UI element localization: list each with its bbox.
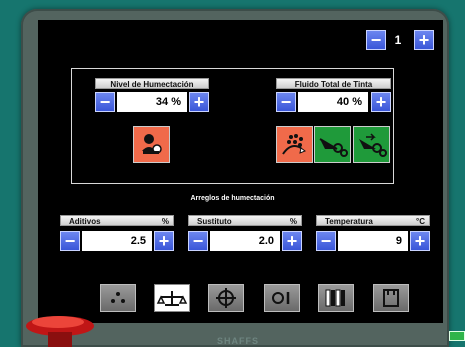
temperature-value[interactable]: 9 <box>338 231 408 251</box>
temperature-unit: °C <box>416 217 425 226</box>
temperature-minus-button[interactable]: − <box>316 231 336 251</box>
toolbar-balance-button[interactable] <box>154 284 190 312</box>
balance-scale-icon <box>156 291 188 306</box>
dots-icon <box>111 292 125 303</box>
additives-minus-button[interactable]: − <box>60 231 80 251</box>
toolbar-circle-bar-button[interactable] <box>264 284 300 312</box>
substitute-unit: % <box>289 217 297 226</box>
additives-label: Aditivos % <box>60 215 174 226</box>
substitute-label: Sustituto % <box>188 215 302 226</box>
person-droplet-icon <box>142 134 162 154</box>
substitute-plus-button[interactable]: + <box>282 231 302 251</box>
additives-plus-button[interactable]: + <box>154 231 174 251</box>
ink-fluid-plus-button[interactable]: + <box>371 92 391 112</box>
humidity-minus-button[interactable]: − <box>95 92 115 112</box>
toolbar-tray-button[interactable] <box>373 284 409 312</box>
humidity-label: Nivel de Humectación <box>95 78 209 89</box>
side-indicator-tab[interactable] <box>449 331 465 341</box>
emergency-stop-button[interactable] <box>22 308 98 347</box>
roller-reverse-button[interactable] <box>353 126 390 163</box>
dampening-settings-title: Arreglos de humectación <box>190 195 275 202</box>
humidity-value[interactable]: 34 % <box>117 92 187 112</box>
temperature-plus-button[interactable]: + <box>410 231 430 251</box>
circle-bar-icon <box>272 292 290 304</box>
spray-droplets-icon <box>282 134 307 155</box>
additives-label-text: Aditivos <box>69 217 101 226</box>
dampening-mode-button[interactable] <box>133 126 170 163</box>
temperature-label: Temperatura °C <box>316 215 430 226</box>
additives-value[interactable]: 2.5 <box>82 231 152 251</box>
page-number: 1 <box>394 33 402 47</box>
roller-reverse-icon <box>359 133 387 157</box>
ink-fluid-minus-button[interactable]: − <box>276 92 296 112</box>
substitute-value[interactable]: 2.0 <box>210 231 280 251</box>
page-next-button[interactable]: + <box>414 30 434 50</box>
humidity-plus-button[interactable]: + <box>189 92 209 112</box>
substitute-minus-button[interactable]: − <box>188 231 208 251</box>
rollers-icon <box>325 289 345 307</box>
substitute-label-text: Sustituto <box>197 217 232 226</box>
roller-forward-icon <box>319 138 348 157</box>
ink-fluid-label: Fluido Total de Tinta <box>276 78 391 89</box>
roller-forward-button[interactable] <box>314 126 351 163</box>
bezel-brand-logo: SHAFFS <box>217 336 259 346</box>
toolbar-dots-button[interactable] <box>100 284 136 312</box>
tray-icon <box>383 289 399 307</box>
additives-unit: % <box>161 217 169 226</box>
toolbar-crosshair-button[interactable] <box>208 284 244 312</box>
temperature-label-text: Temperatura <box>325 217 373 226</box>
spray-mode-button[interactable] <box>276 126 313 163</box>
crosshair-icon <box>216 288 236 308</box>
ink-fluid-value[interactable]: 40 % <box>298 92 368 112</box>
toolbar-rollers-button[interactable] <box>318 284 354 312</box>
